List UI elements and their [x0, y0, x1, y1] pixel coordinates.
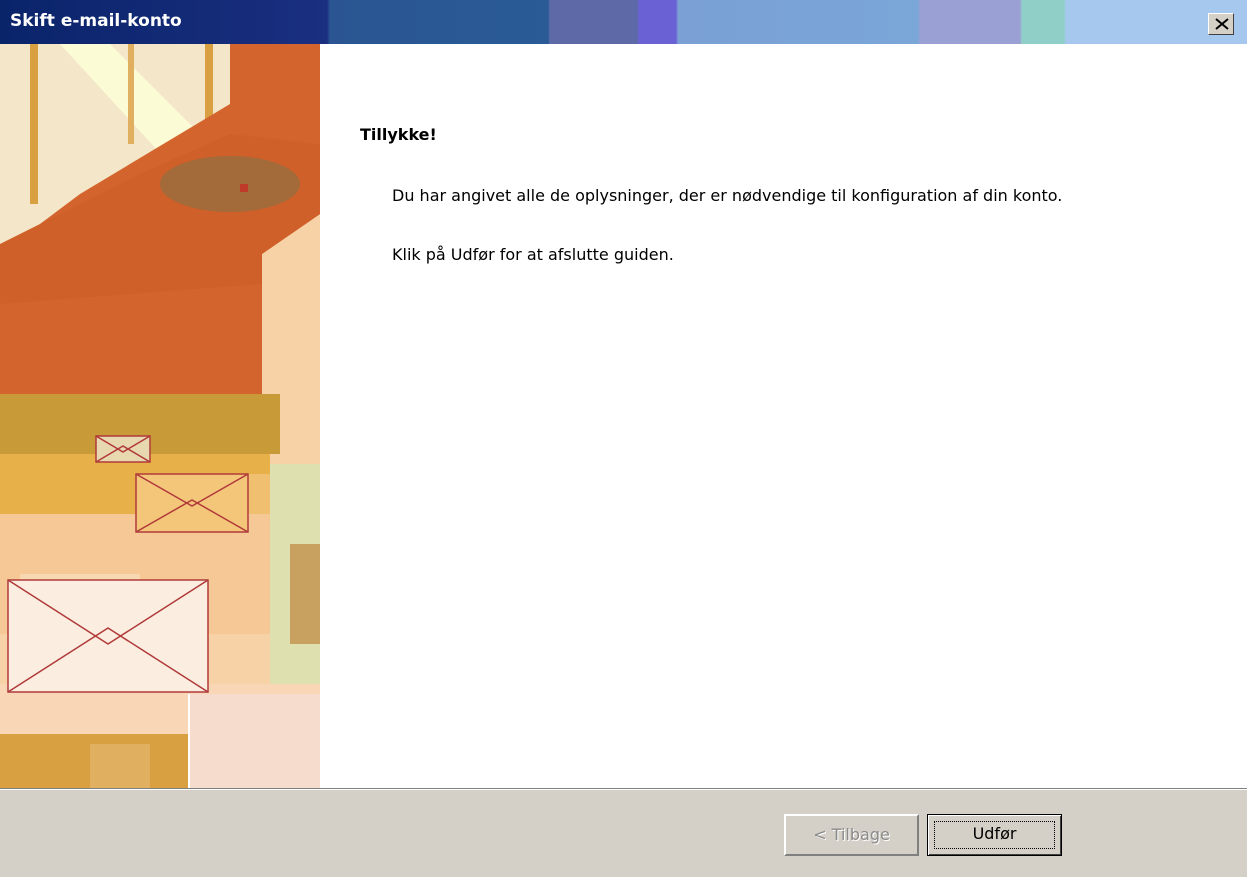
back-button-label: < Tilbage — [813, 825, 890, 844]
window-title: Skift e-mail-konto — [10, 11, 182, 31]
envelopes-illustration — [0, 44, 320, 788]
close-icon — [1215, 18, 1229, 30]
finish-button-label: Udfør — [972, 824, 1017, 843]
back-button[interactable]: < Tilbage — [784, 814, 919, 856]
finish-instruction: Klik på Udfør for at afslutte guiden. — [392, 245, 674, 264]
wizard-banner-image — [0, 44, 320, 788]
wizard-content-panel: Tillykke! Du har angivet alle de oplysni… — [320, 44, 1247, 788]
finish-button[interactable]: Udfør — [927, 814, 1062, 856]
wizard-button-bar: < Tilbage Udfør — [0, 788, 1247, 877]
close-button[interactable] — [1208, 13, 1234, 35]
completion-message: Du har angivet alle de oplysninger, der … — [392, 186, 1063, 205]
page-heading: Tillykke! — [360, 125, 437, 144]
title-bar[interactable]: Skift e-mail-konto — [0, 0, 1247, 44]
